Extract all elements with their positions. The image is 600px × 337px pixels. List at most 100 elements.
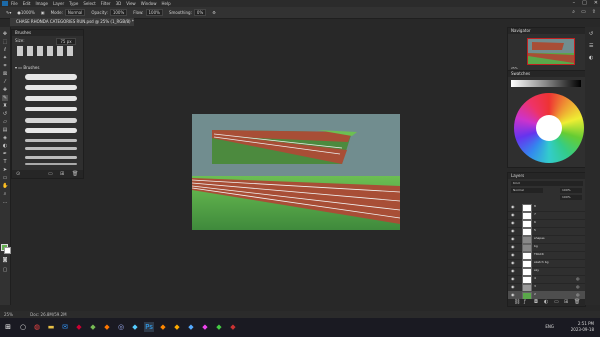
properties-icon[interactable]: ☰ <box>589 43 593 49</box>
photoshop-taskbar-icon[interactable]: Ps <box>144 322 154 332</box>
system-clock[interactable]: 2:51 PM 2023-09-18 <box>571 321 594 333</box>
eye-icon[interactable]: ◉ <box>511 292 515 297</box>
minimize-button[interactable]: – <box>573 0 576 7</box>
eye-icon[interactable]: ◉ <box>511 268 515 273</box>
folder-icon[interactable]: ▭ <box>48 171 53 177</box>
blend-mode-select[interactable]: Normal <box>511 188 543 193</box>
menu-file[interactable]: File <box>11 0 18 7</box>
gradient-tool-icon[interactable]: ▤ <box>2 127 8 133</box>
background-color-swatch[interactable] <box>4 247 11 254</box>
grayscale-ramp[interactable] <box>511 80 581 87</box>
app-icon[interactable]: ◆ <box>228 322 238 332</box>
marquee-tool-icon[interactable]: ⬚ <box>2 39 8 45</box>
brush-stroke-preview[interactable] <box>25 96 77 101</box>
brush-preset[interactable] <box>47 46 53 56</box>
language-indicator[interactable]: ENG <box>545 324 554 329</box>
history-brush-tool-icon[interactable]: ↺ <box>2 111 8 117</box>
hand-tool-icon[interactable]: ✋ <box>2 183 8 189</box>
brush-preset[interactable] <box>17 46 23 56</box>
blur-tool-icon[interactable]: ◈ <box>2 135 8 141</box>
app-icon[interactable]: ◆ <box>88 322 98 332</box>
document-canvas[interactable] <box>192 114 400 230</box>
smoothing-field[interactable]: 0% <box>193 9 207 16</box>
windows-start-icon[interactable]: ⊞ <box>3 322 13 332</box>
path-select-tool-icon[interactable]: ➤ <box>2 167 8 173</box>
menu-edit[interactable]: Edit <box>23 0 31 7</box>
fx-icon[interactable]: ƒ <box>524 299 526 305</box>
menu-window[interactable]: Window <box>141 0 157 7</box>
app-icon[interactable]: ◆ <box>130 322 140 332</box>
menu-type[interactable]: Type <box>69 0 78 7</box>
brush-stroke-preview[interactable] <box>25 85 77 90</box>
quick-select-tool-icon[interactable]: ✦ <box>2 55 8 61</box>
adjustments-icon[interactable]: ◐ <box>589 55 593 61</box>
layer-opacity-field[interactable]: 100% <box>560 188 582 193</box>
eye-icon[interactable]: ◉ <box>511 244 515 249</box>
maximize-button[interactable]: □ <box>582 0 587 7</box>
document-tab[interactable]: CHASE RHONDA CATEGORIES RUN.psd @ 25% (1… <box>10 18 134 26</box>
adjustment-layer-icon[interactable]: ◐ <box>544 299 548 305</box>
layer-fill-field[interactable]: 100% <box>560 195 582 200</box>
eye-icon[interactable]: ◉ <box>511 228 515 233</box>
brush-stroke-preview[interactable] <box>25 163 77 165</box>
new-layer-icon[interactable]: ⊞ <box>564 299 568 305</box>
share-icon[interactable]: ⇪ <box>592 9 596 15</box>
brush-settings-icon[interactable]: ▣ <box>41 10 45 15</box>
color-wheel[interactable] <box>514 93 584 163</box>
eyedropper-tool-icon[interactable]: ⁄ <box>2 79 8 85</box>
app-icon[interactable]: ◆ <box>214 322 224 332</box>
type-tool-icon[interactable]: T <box>2 159 8 165</box>
workspace-icon[interactable]: ▭ <box>581 9 586 15</box>
eraser-tool-icon[interactable]: ▱ <box>2 119 8 125</box>
brush-stroke-preview[interactable] <box>25 74 77 80</box>
brush-size-field[interactable]: 75 px <box>56 38 76 45</box>
menu-image[interactable]: Image <box>35 0 48 7</box>
brush-stroke-preview[interactable] <box>25 139 77 142</box>
brush-tool-icon[interactable]: ✎▾ <box>6 10 11 15</box>
shape-tool-icon[interactable]: ▭ <box>2 175 8 181</box>
brush-tool-icon[interactable]: ✎ <box>2 95 8 101</box>
zoom-tool-icon[interactable]: ⌕ <box>2 191 8 197</box>
app-icon[interactable]: ◆ <box>200 322 210 332</box>
app-icon[interactable]: ◆ <box>158 322 168 332</box>
menu-view[interactable]: View <box>126 0 136 7</box>
pen-tool-icon[interactable]: ✒ <box>2 151 8 157</box>
navigator-thumbnail[interactable] <box>527 38 575 65</box>
history-icon[interactable]: ↺ <box>589 31 593 37</box>
steam-icon[interactable]: ◎ <box>116 322 126 332</box>
menu-filter[interactable]: Filter <box>101 0 111 7</box>
search-icon[interactable]: ⌕ <box>572 9 575 15</box>
crop-tool-icon[interactable]: ⌗ <box>2 63 8 69</box>
eye-icon[interactable]: ◉ <box>511 204 515 209</box>
file-explorer-icon[interactable]: ▬ <box>46 322 56 332</box>
status-zoom[interactable]: 25% <box>4 312 13 317</box>
eye-icon[interactable]: ◉ <box>511 212 515 217</box>
trash-icon[interactable]: 🗑 <box>72 171 78 177</box>
brush-stroke-preview[interactable] <box>25 156 77 159</box>
new-group-icon[interactable]: ▭ <box>554 299 559 305</box>
chrome-icon[interactable]: ◍ <box>32 322 42 332</box>
menu-layer[interactable]: Layer <box>53 0 64 7</box>
close-button[interactable]: ✕ <box>594 0 598 7</box>
eye-icon[interactable]: ◉ <box>511 236 515 241</box>
trash-icon[interactable]: 🗑 <box>574 299 580 305</box>
lasso-tool-icon[interactable]: ℓ <box>2 47 8 53</box>
brush-preset[interactable] <box>37 46 43 56</box>
brush-stroke-preview[interactable] <box>25 118 77 123</box>
flow-field[interactable]: 100% <box>145 9 163 16</box>
stamp-tool-icon[interactable]: ♜ <box>2 103 8 109</box>
eye-icon[interactable]: ◉ <box>511 276 515 281</box>
eye-icon[interactable]: ◉ <box>511 252 515 257</box>
brush-folder[interactable]: ▾ ▭ Brushes <box>15 65 39 70</box>
brush-size-picker[interactable]: ●1000% <box>17 10 34 15</box>
menu-3d[interactable]: 3D <box>116 0 122 7</box>
mail-icon[interactable]: ✉ <box>60 322 70 332</box>
quick-mask-icon[interactable]: ◙ <box>2 257 8 263</box>
app-icon[interactable]: ◆ <box>186 322 196 332</box>
healing-brush-tool-icon[interactable]: ✚ <box>2 87 8 93</box>
search-icon[interactable]: ○ <box>18 322 28 332</box>
menu-help[interactable]: Help <box>161 0 170 7</box>
mode-select[interactable]: Normal <box>64 9 86 16</box>
add-mask-icon[interactable]: ◘ <box>534 299 538 305</box>
app-icon[interactable]: ◆ <box>102 322 112 332</box>
